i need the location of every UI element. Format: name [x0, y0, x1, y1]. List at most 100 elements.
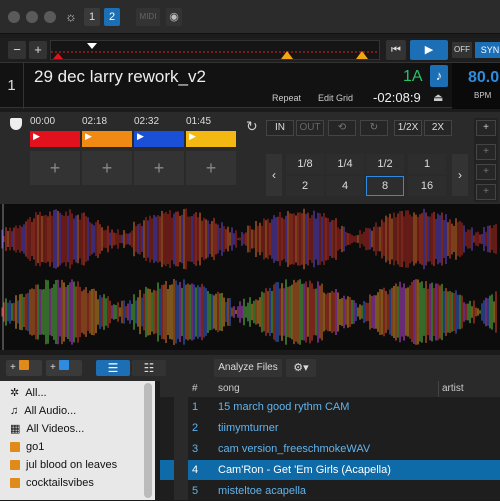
table-row-selected[interactable]: 4 Cam'Ron - Get 'Em Girls (Acapella) [160, 460, 500, 480]
midi-button[interactable]: MIDI [136, 8, 160, 26]
key-lock-icon[interactable]: ♪ [430, 65, 448, 87]
loop-refresh-icon[interactable]: ↻ [246, 118, 258, 135]
deck-2-view-button[interactable]: 2 [104, 8, 120, 26]
loop-size-1-8[interactable]: 1/8 [286, 154, 324, 174]
edit-grid-button[interactable]: Edit Grid [318, 93, 353, 103]
deck-info: 1 29 dec larry rework_v2 1A ♪ Repeat Edi… [0, 62, 500, 109]
cue-1-add-button[interactable]: + [30, 151, 80, 185]
deck-1-view-button[interactable]: 1 [84, 8, 100, 26]
loop-size-4[interactable]: 4 [326, 176, 364, 196]
reloop-icon[interactable]: ⟲ [328, 120, 356, 136]
cue-3-time: 02:32 [134, 116, 160, 127]
loop-size-1-2[interactable]: 1/2 [366, 154, 404, 174]
window-close-button[interactable] [8, 11, 20, 23]
cue-3-add-button[interactable]: + [134, 151, 184, 185]
track-list: # song artist 1 15 march good rythm CAM 2… [160, 381, 500, 500]
eject-icon[interactable]: ⏏ [433, 91, 443, 104]
loop-size-16[interactable]: 16 [408, 176, 446, 196]
analyze-files-button[interactable]: Analyze Files [214, 359, 282, 377]
title-bar: ☼ 1 2 MIDI ◉ [0, 0, 500, 34]
cue-3-button[interactable]: ▶ [134, 131, 184, 147]
fx-add-button-3[interactable]: + [476, 164, 496, 180]
detail-view-icon[interactable]: ☷ [132, 360, 166, 376]
sidebar-item-all[interactable]: ✲ All... [0, 384, 155, 402]
loop-half-button[interactable]: 1/2X [394, 120, 422, 136]
row-song: Cam'Ron - Get 'Em Girls (Acapella) [218, 464, 391, 476]
gear-icon: ✲ [10, 387, 20, 399]
sidebar-item-label: All Videos... [26, 423, 85, 435]
sidebar-item-label: cocktailsvibes [26, 477, 94, 489]
table-row[interactable]: 5 misteltoe acapella [160, 481, 500, 501]
table-row[interactable]: 2 tiimymturner [160, 418, 500, 438]
table-row[interactable]: 3 cam version_freeschmokeWAV [160, 439, 500, 459]
track-title: 29 dec larry rework_v2 [34, 67, 206, 86]
crate-icon [10, 442, 20, 452]
cue-4-time: 01:45 [186, 116, 212, 127]
pitch-plus-button[interactable]: + [29, 41, 47, 59]
loop-size-1[interactable]: 1 [408, 154, 446, 174]
loop-size-2[interactable]: 2 [286, 176, 324, 196]
bpm-label: BPM [474, 91, 492, 100]
track-progress-bar[interactable] [50, 40, 380, 60]
brightness-icon[interactable]: ☼ [62, 8, 80, 26]
settings-gear-icon[interactable]: ⚙▾ [286, 359, 316, 377]
fx-add-button-4[interactable]: + [476, 184, 496, 200]
loop-roll-icon[interactable]: ↻ [360, 120, 388, 136]
loop-in-button[interactable]: IN [266, 120, 294, 136]
sidebar-item-label: All Audio... [24, 405, 77, 417]
loop-next-icon[interactable]: › [452, 154, 468, 196]
loop-size-8[interactable]: 8 [366, 176, 404, 196]
table-header: # song artist [160, 381, 500, 397]
record-icon[interactable]: ◉ [166, 8, 182, 26]
skip-to-start-icon[interactable]: ⏮ [386, 40, 406, 60]
repeat-button[interactable]: Repeat [272, 93, 301, 103]
sidebar-item-all-videos[interactable]: ▦ All Videos... [0, 420, 155, 438]
cue-2-button[interactable]: ▶ [82, 131, 132, 147]
loop-double-button[interactable]: 2X [424, 120, 452, 136]
sidebar-item-label: jul blood on leaves [26, 459, 118, 471]
smart-crate-icon [58, 360, 69, 370]
window-minimize-button[interactable] [26, 11, 38, 23]
add-smart-crate-button[interactable]: + [46, 360, 82, 376]
sync-off-button[interactable]: OFF [452, 42, 472, 58]
deck-number: 1 [0, 63, 24, 109]
zoomed-waveform[interactable] [0, 204, 500, 274]
cue-1-button[interactable]: ▶ [30, 131, 80, 147]
pitch-minus-button[interactable]: − [8, 41, 26, 59]
play-button[interactable]: ▶ [410, 40, 448, 60]
sidebar-scrollbar[interactable] [144, 383, 152, 498]
row-gutter [174, 397, 188, 500]
cue-2-add-button[interactable]: + [82, 151, 132, 185]
col-number-header[interactable]: # [192, 381, 198, 397]
sidebar-item-crate[interactable]: cocktailsvibes [0, 474, 155, 492]
hot-cues: 00:00 ▶ + 02:18 ▶ + 02:32 ▶ + 01:45 ▶ + [30, 116, 238, 198]
col-song-header[interactable]: song [218, 381, 240, 397]
cue-marker-icon[interactable] [10, 118, 22, 130]
sidebar-item-all-audio[interactable]: ♫ All Audio... [0, 402, 155, 420]
loop-size-1-4[interactable]: 1/4 [326, 154, 364, 174]
list-view-icon[interactable]: ☰ [96, 360, 130, 376]
loop-out-button[interactable]: OUT [296, 120, 324, 136]
sync-button[interactable]: SYN [475, 42, 500, 58]
crate-icon [10, 478, 20, 488]
cue-1-time: 00:00 [30, 116, 56, 127]
film-icon: ▦ [10, 423, 21, 435]
sidebar-item-crate[interactable]: go1 [0, 438, 155, 456]
add-crate-button[interactable]: + [6, 360, 42, 376]
fx-add-button-2[interactable]: + [476, 144, 496, 160]
sidebar-item-crate[interactable]: jul blood on leaves [0, 456, 155, 474]
library-toolbar: + + ☰ ☷ Analyze Files ⚙▾ [0, 355, 500, 381]
music-icon: ♫ [10, 405, 19, 417]
window-zoom-button[interactable] [44, 11, 56, 23]
row-song: cam version_freeschmokeWAV [218, 443, 371, 455]
col-artist-header[interactable]: artist [438, 381, 464, 397]
loop-prev-icon[interactable]: ‹ [266, 154, 282, 196]
table-row[interactable]: 1 15 march good rythm CAM [160, 397, 500, 417]
overview-waveform[interactable] [0, 274, 500, 350]
row-song: misteltoe acapella [218, 485, 307, 497]
fx-add-button-1[interactable]: + [476, 120, 496, 136]
sidebar-item-label: All... [25, 387, 47, 399]
bpm-value: 80.0 [468, 69, 500, 86]
cue-4-button[interactable]: ▶ [186, 131, 236, 147]
cue-4-add-button[interactable]: + [186, 151, 236, 185]
